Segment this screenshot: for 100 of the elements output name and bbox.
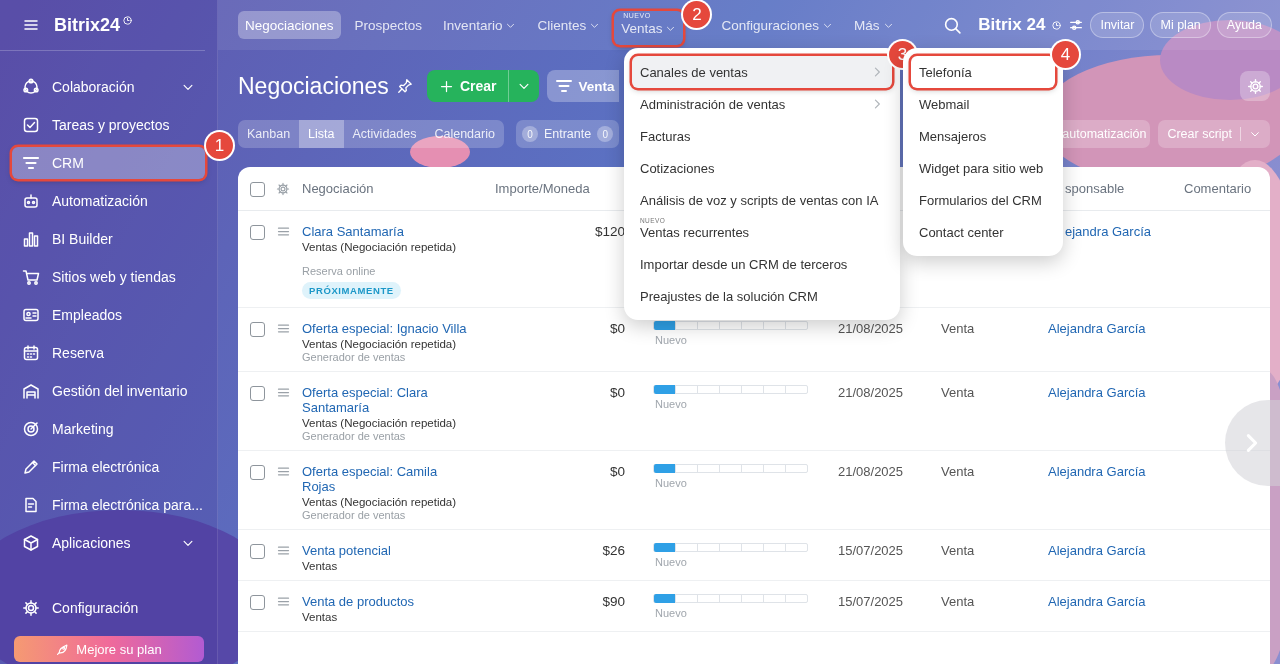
stage-label: Nuevo	[654, 556, 687, 568]
menu-item[interactable]: Webmail	[911, 88, 1055, 120]
sidebar-item[interactable]: Firma electrónica	[12, 451, 205, 483]
menu-item[interactable]: Análisis de voz y scripts de ventas con IA	[632, 184, 892, 216]
callout-badge: 1	[206, 132, 233, 159]
stage-label: Nuevo	[654, 398, 687, 410]
sidebar-item[interactable]: Automatización	[12, 185, 205, 217]
settings-button[interactable]	[1240, 71, 1270, 101]
responsible-link[interactable]: ejandra García	[1065, 224, 1151, 239]
amount: $26	[602, 543, 625, 558]
clock-icon	[122, 14, 134, 26]
column-header[interactable]: sponsable	[1065, 181, 1125, 196]
gear-icon	[22, 599, 40, 617]
deal-source: Generador de ventas	[302, 430, 406, 442]
search-icon	[943, 15, 963, 35]
amount: $0	[609, 385, 625, 400]
deal-pipeline: Ventas (Negociación repetida)	[302, 417, 457, 429]
amount: $0	[609, 464, 625, 479]
sidebar-item[interactable]: Colaboración	[12, 71, 205, 103]
sidebar-item[interactable]: Empleados	[12, 299, 205, 331]
menu-item[interactable]: Contact center	[911, 216, 1055, 248]
robot-icon	[22, 192, 40, 210]
status-badge: PRÓXIMAMENTE	[302, 282, 401, 299]
menu-item[interactable]: Importar desde un CRM de terceros	[632, 248, 892, 280]
deal-pipeline: Ventas	[302, 560, 338, 572]
column-header[interactable]: Negociación	[302, 181, 374, 196]
sidebar-item[interactable]: Firma electrónica para...	[12, 489, 205, 521]
date: 21/08/2025	[838, 385, 904, 400]
callout-badge: 2	[683, 1, 711, 28]
row-checkbox[interactable]	[250, 386, 265, 401]
bar-chart-icon	[22, 230, 40, 248]
deal-source: Generador de ventas	[302, 351, 406, 363]
row-checkbox[interactable]	[250, 225, 265, 240]
column-header[interactable]: Importe/Moneda	[495, 181, 590, 196]
menu-item[interactable]: Canales de ventas	[632, 56, 892, 88]
amount: $120	[594, 224, 625, 239]
row-checkbox[interactable]	[250, 322, 265, 337]
responsible-link[interactable]: Alejandra García	[1048, 543, 1146, 558]
create-dropdown-button[interactable]	[508, 70, 540, 102]
menu-item[interactable]: Preajustes de la solución CRM	[632, 280, 892, 312]
deal-link[interactable]: Clara Santamaría	[302, 224, 404, 239]
sidebar-item[interactable]: Sitios web y tiendas	[12, 261, 205, 293]
sidebar-item[interactable]: Marketing	[12, 413, 205, 445]
id-card-icon	[22, 306, 40, 324]
deal-link[interactable]: Oferta especial: Clara Santamaría	[302, 385, 467, 415]
responsible-link[interactable]: Alejandra García	[1048, 321, 1146, 336]
pipeline-name: Venta	[941, 543, 975, 558]
deal-pipeline: Ventas (Negociación repetida)	[302, 338, 457, 350]
next-button[interactable]	[1225, 400, 1280, 486]
menu-item[interactable]: Administración de ventas	[632, 88, 892, 120]
menu-item[interactable]: Mensajeros	[911, 120, 1055, 152]
settings-icon	[276, 181, 290, 196]
responsible-link[interactable]: Alejandra García	[1048, 385, 1146, 400]
row-checkbox[interactable]	[250, 544, 265, 559]
deal-link[interactable]: Venta de productos	[302, 594, 415, 609]
deal-link[interactable]: Oferta especial: Camila Rojas	[302, 464, 467, 494]
view-tab[interactable]: Kanban	[238, 120, 300, 148]
nav-tab[interactable]: Configuraciones	[714, 11, 841, 39]
funnel-icon	[555, 77, 574, 95]
row-checkbox[interactable]	[250, 595, 265, 610]
sidebar-item[interactable]: Aplicaciones	[12, 527, 205, 559]
sidebar-item[interactable]: CRM	[12, 147, 205, 179]
nav-tab[interactable]: Prospectos	[347, 11, 430, 39]
menu-item[interactable]: Widget para sitio web	[911, 152, 1055, 184]
sidebar-item[interactable]: BI Builder	[12, 223, 205, 255]
select-all-checkbox[interactable]	[250, 181, 265, 197]
deal-link[interactable]: Oferta especial: Ignacio Villa	[302, 321, 467, 336]
deal-link[interactable]: Venta potencial	[302, 543, 391, 558]
amount: $90	[602, 594, 625, 609]
menu-item[interactable]: Cotizaciones	[632, 152, 892, 184]
nav-tab[interactable]: Inventario	[436, 11, 524, 39]
nav-tab[interactable]: Clientes	[530, 11, 608, 39]
menu-item[interactable]: Formularios del CRM	[911, 184, 1055, 216]
pipeline-name: Venta	[941, 385, 975, 400]
date: 15/07/2025	[838, 543, 904, 558]
column-header[interactable]: Comentario	[1184, 181, 1252, 196]
menu-item[interactable]: Facturas	[632, 120, 892, 152]
funnel-icon	[22, 154, 40, 172]
row-checkbox[interactable]	[250, 465, 265, 480]
date: 21/08/2025	[838, 321, 904, 336]
pipeline-name: Venta	[941, 464, 975, 479]
responsible-link[interactable]: Alejandra García	[1048, 464, 1146, 479]
date: 15/07/2025	[838, 594, 904, 609]
sidebar-item[interactable]: Gestión del inventario	[12, 375, 205, 407]
pin-icon	[396, 78, 413, 94]
deal-source: Reserva online	[302, 265, 376, 277]
responsible-link[interactable]: Alejandra García	[1048, 594, 1146, 609]
upgrade-button[interactable]: Mejore su plan	[14, 636, 204, 662]
stage-label: Nuevo	[654, 607, 687, 619]
plus-icon	[438, 78, 454, 94]
deal-source: Generador de ventas	[302, 509, 406, 521]
view-tab[interactable]: Actividades	[343, 120, 426, 148]
pipeline-name: Venta	[941, 321, 975, 336]
deal-pipeline: Ventas	[302, 611, 338, 623]
nav-tab[interactable]: Más	[847, 11, 901, 39]
target-icon	[22, 420, 40, 438]
sidebar-item[interactable]: Tareas y proyectos	[12, 109, 205, 141]
sidebar-item[interactable]: Configuración	[12, 592, 205, 624]
sidebar-item[interactable]: Reserva	[12, 337, 205, 369]
settings-icon	[1246, 77, 1264, 95]
